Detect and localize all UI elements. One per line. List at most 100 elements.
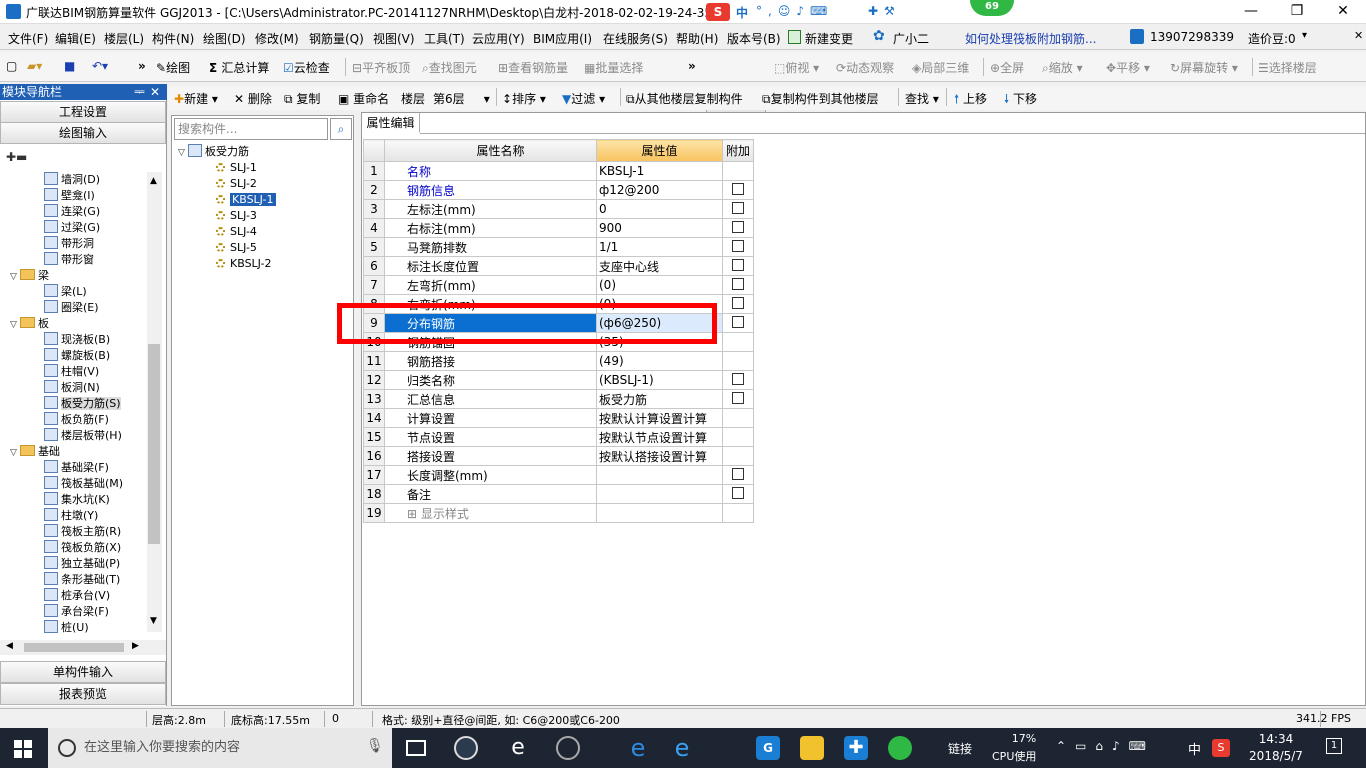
tree-item[interactable]: 条形基础(T)	[44, 572, 120, 588]
tree-item[interactable]: 筏板主筋(R)	[44, 524, 121, 540]
dropdown-icon[interactable]: ▾	[1302, 30, 1307, 41]
help-link[interactable]: 如何处理筏板附加钢筋...	[965, 30, 1096, 47]
property-name[interactable]: 左标注(mm)	[384, 199, 597, 219]
chevron-down-icon[interactable]: ▽	[10, 269, 20, 285]
property-name[interactable]: 节点设置	[384, 427, 597, 447]
checkbox[interactable]	[732, 259, 744, 271]
top-view-button[interactable]: ⬚俯视 ▾	[774, 59, 819, 76]
tree-item[interactable]: 板受力筋(S)	[44, 396, 121, 412]
menu-new-change[interactable]: 新建变更	[805, 30, 853, 47]
search-icon[interactable]: ⌕	[330, 118, 352, 140]
property-extra[interactable]	[722, 294, 754, 314]
property-value[interactable]: ф12@200	[596, 180, 723, 200]
table-row[interactable]: 5 马凳筋排数 1/1	[363, 237, 754, 257]
maximize-button[interactable]: ❐	[1274, 0, 1320, 24]
filter-button[interactable]: ▼过滤 ▾	[562, 90, 605, 107]
property-name[interactable]: 左弯折(mm)	[384, 275, 597, 295]
tree-item[interactable]: 梁(L)	[44, 284, 87, 300]
property-name[interactable]: 名称	[384, 161, 597, 181]
tree-item[interactable]: 承台梁(F)	[44, 604, 109, 620]
scroll-left-icon[interactable]: ◀	[6, 641, 13, 651]
task-view-icon[interactable]	[406, 740, 426, 756]
table-row[interactable]: 19 ⊞ 显示样式	[363, 503, 754, 523]
expand-collapse-icons[interactable]: ✚▬	[6, 150, 27, 164]
notes-icon[interactable]	[800, 736, 824, 760]
scroll-right-icon[interactable]: ▶	[132, 641, 139, 651]
component-list-item[interactable]: SLJ-2	[216, 176, 257, 192]
find-button[interactable]: 查找 ▾	[905, 90, 939, 107]
table-row[interactable]: 18 备注	[363, 484, 754, 504]
property-value[interactable]: KBSLJ-1	[596, 161, 723, 181]
component-root[interactable]: ▽ 板受力筋	[178, 144, 249, 160]
property-value[interactable]: 按默认计算设置计算	[596, 408, 723, 428]
tree-item[interactable]: 带形窗	[44, 252, 94, 268]
clock-time[interactable]: 14:34	[1248, 732, 1304, 746]
menu-bim[interactable]: BIM应用(I)	[533, 30, 592, 47]
table-row[interactable]: 7 左弯折(mm) (0)	[363, 275, 754, 295]
checkbox[interactable]	[732, 221, 744, 233]
undo-icon[interactable]: ↶▾	[92, 59, 108, 73]
copy-to-floor-button[interactable]: ⧉复制构件到其他楼层	[762, 90, 879, 107]
table-row[interactable]: 17 长度调整(mm)	[363, 465, 754, 485]
pan-button[interactable]: ✥平移 ▾	[1106, 59, 1150, 76]
more-icon-2[interactable]: »	[688, 59, 696, 73]
checkbox[interactable]	[732, 487, 744, 499]
property-extra[interactable]	[722, 180, 754, 200]
tray-ime[interactable]: 中	[1188, 739, 1201, 758]
align-top-button[interactable]: ⊟平齐板顶	[352, 59, 410, 76]
table-row[interactable]: 4 右标注(mm) 900	[363, 218, 754, 238]
save-icon[interactable]: ■	[64, 59, 75, 73]
ime-tools-icon[interactable]: ✚⚒	[868, 4, 901, 18]
expand-icon[interactable]: ⊞	[407, 507, 421, 521]
find-element-button[interactable]: ⌕查找图元	[422, 59, 477, 76]
chevron-down-icon[interactable]: ▽	[10, 317, 20, 333]
table-row[interactable]: 1 名称 KBSLJ-1	[363, 161, 754, 181]
tree-group[interactable]: ▽ 板	[10, 316, 49, 332]
property-extra[interactable]	[722, 389, 754, 409]
checkbox[interactable]	[732, 373, 744, 385]
tree-item[interactable]: 集水坑(K)	[44, 492, 110, 508]
checkbox[interactable]	[732, 297, 744, 309]
draw-button[interactable]: ✎绘图	[156, 59, 190, 76]
menu-view[interactable]: 视图(V)	[373, 30, 415, 47]
new-component-button[interactable]: ✚新建 ▾	[174, 90, 218, 107]
checkbox[interactable]	[732, 392, 744, 404]
property-value[interactable]: 支座中心线	[596, 256, 723, 276]
close-button[interactable]: ✕	[1320, 0, 1366, 24]
table-row[interactable]: 2 钢筋信息 ф12@200	[363, 180, 754, 200]
table-row[interactable]: 13 汇总信息 板受力筋	[363, 389, 754, 409]
menu-draw[interactable]: 绘图(D)	[203, 30, 246, 47]
glodon-icon[interactable]: G	[756, 736, 780, 760]
sum-button[interactable]: Σ 汇总计算	[209, 59, 269, 76]
move-down-button[interactable]: 🠗 下移	[1004, 90, 1037, 111]
ie-icon[interactable]: e	[670, 736, 694, 760]
checkbox[interactable]	[732, 278, 744, 290]
tree-item[interactable]: 螺旋板(B)	[44, 348, 110, 364]
open-file-icon[interactable]: ▰▾	[27, 59, 42, 73]
tree-item[interactable]: 桩承台(V)	[44, 588, 110, 604]
tree-item[interactable]: 桩(U)	[44, 620, 89, 636]
sogou-icon[interactable]: S	[706, 3, 730, 21]
rotate-button[interactable]: ↻屏幕旋转 ▾	[1170, 59, 1238, 76]
tree-item[interactable]: 板负筋(F)	[44, 412, 109, 428]
tree-item[interactable]: 筏板负筋(X)	[44, 540, 121, 556]
checkbox[interactable]	[732, 240, 744, 252]
rename-button[interactable]: ▣ 重命名	[338, 90, 389, 107]
property-value[interactable]: (0)	[596, 275, 723, 295]
batch-select-button[interactable]: ▦批量选择	[584, 59, 643, 76]
menu-file[interactable]: 文件(F)	[8, 30, 48, 47]
user-phone[interactable]: 13907298339	[1150, 30, 1234, 44]
component-list-item[interactable]: KBSLJ-1	[216, 192, 276, 208]
zoom-button[interactable]: ⌕缩放 ▾	[1042, 59, 1083, 76]
minimize-button[interactable]: —	[1228, 0, 1274, 24]
tree-group[interactable]: ▽ 梁	[10, 268, 49, 284]
windows-start-icon[interactable]	[14, 740, 32, 758]
ime-toolbar-icons[interactable]: °,☺♪⌨	[756, 4, 866, 18]
menu-version[interactable]: 版本号(B)	[727, 30, 781, 47]
tree-hscrollbar[interactable]: ◀ ▶	[0, 640, 166, 655]
property-extra[interactable]	[722, 465, 754, 485]
property-name[interactable]: 马凳筋排数	[384, 237, 597, 257]
property-extra[interactable]	[722, 256, 754, 276]
property-value[interactable]	[596, 503, 723, 523]
scroll-thumb[interactable]	[148, 344, 160, 544]
